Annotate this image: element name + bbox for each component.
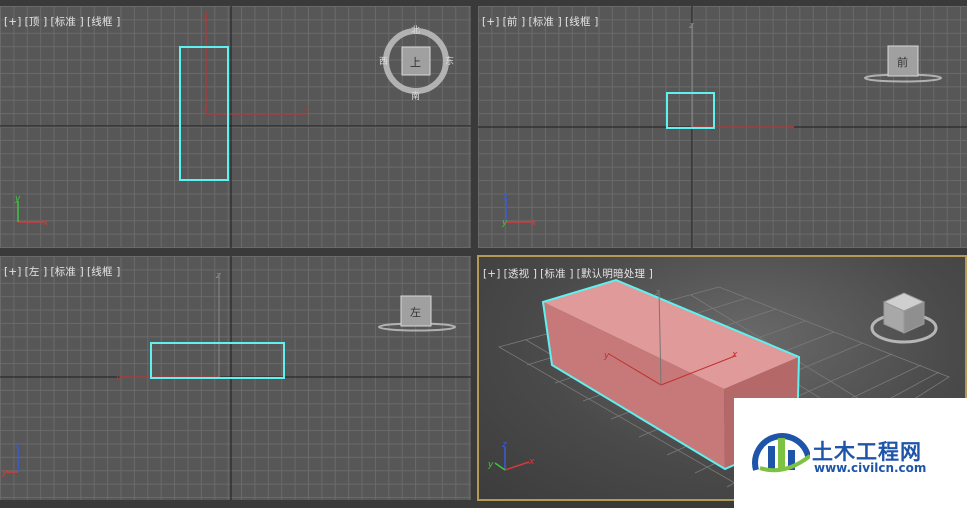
gizmo-z-label: z — [215, 271, 221, 281]
viewcube-face-label: 前 — [897, 55, 908, 69]
tripod-x-label: x — [530, 218, 537, 228]
gizmo-x-label: x — [731, 350, 738, 360]
viewport-menu-plus[interactable]: [+] — [483, 268, 501, 280]
axis-tripod: x y — [14, 194, 49, 228]
gizmo-y-label: y — [603, 351, 610, 361]
tripod-x-label: x — [528, 457, 535, 467]
tripod-z-label: z — [502, 192, 508, 202]
viewport-menu-plus[interactable]: [+] — [4, 16, 22, 28]
viewport-front-label[interactable]: [+] [前 ] [标准 ] [线框 ] — [482, 14, 602, 29]
viewport-shading-menu[interactable]: [标准 ] — [528, 16, 562, 28]
watermark-emblem-icon — [752, 433, 810, 473]
axis-tripod: z y — [1, 441, 20, 478]
viewport-perspective-label[interactable]: [+] [透视 ] [标准 ] [默认明暗处理 ] — [483, 266, 656, 281]
tripod-z-label: z — [14, 441, 20, 451]
viewport-view-menu[interactable]: [前 ] — [503, 16, 526, 28]
viewport-view-menu[interactable]: [透视 ] — [504, 268, 538, 280]
tripod-y-label: y — [14, 194, 21, 204]
viewport-top-label[interactable]: [+] [顶 ] [标准 ] [线框 ] — [4, 14, 124, 29]
gizmo-z-label: z — [654, 288, 660, 298]
gizmo-z-label: z — [688, 21, 694, 31]
compass-south: 南 — [411, 90, 420, 102]
viewcube[interactable]: 左 — [378, 295, 456, 332]
gizmo-y-label: y — [201, 11, 208, 21]
viewport-left[interactable]: y z 左 z y [+] [左 ] [标准 ] [线框 ] — [0, 256, 471, 500]
viewcube[interactable]: 上 北 南 东 西 — [379, 25, 454, 102]
viewport-front[interactable]: x z 前 x z y [+] [前 ] [标准 ] [线框 ] — [478, 6, 967, 248]
viewcube-face-label: 左 — [410, 306, 421, 319]
viewport-top[interactable]: x y z 上 北 南 东 西 x y [+] [顶 ] [标准 ] [线框 ] — [0, 6, 471, 248]
tripod-y — [494, 462, 506, 471]
tripod-y-label: y — [1, 468, 8, 478]
viewcube[interactable] — [870, 292, 938, 344]
viewport-view-menu[interactable]: [顶 ] — [25, 16, 48, 28]
viewport-mode-menu[interactable]: [线框 ] — [565, 16, 599, 28]
selected-box-outline — [666, 92, 715, 129]
compass-north: 北 — [411, 25, 420, 36]
viewcube-face-label: 上 — [410, 56, 421, 69]
viewport-mode-menu[interactable]: [默认明暗处理 ] — [577, 268, 653, 280]
tripod-y-label: y — [501, 218, 508, 228]
tripod-x — [504, 461, 530, 471]
viewport-left-label[interactable]: [+] [左 ] [标准 ] [线框 ] — [4, 264, 124, 279]
viewport-shading-menu[interactable]: [标准 ] — [540, 268, 574, 280]
viewport-mode-menu[interactable]: [线框 ] — [87, 16, 121, 28]
gizmo-x-label: x — [789, 123, 796, 133]
compass-west: 西 — [379, 56, 388, 67]
tripod-z-label: z — [501, 440, 507, 450]
viewcube[interactable]: 前 — [864, 45, 942, 83]
viewport-menu-plus[interactable]: [+] — [4, 266, 22, 278]
tripod-y-label: y — [487, 460, 494, 470]
viewport-top-canvas: x y z 上 北 南 东 西 x y — [0, 6, 471, 248]
compass-east: 东 — [445, 55, 454, 67]
axis-tripod: x z y — [501, 192, 537, 228]
watermark-logo: 土木工程网 www.civilcn.com — [734, 398, 967, 508]
viewport-shading-menu[interactable]: [标准 ] — [50, 266, 84, 278]
selected-box-outline — [150, 342, 285, 379]
viewport-menu-plus[interactable]: [+] — [482, 16, 500, 28]
viewport-left-canvas: y z 左 z y — [0, 256, 471, 500]
viewport-front-canvas: x z 前 x z y — [478, 6, 967, 248]
viewport-view-menu[interactable]: [左 ] — [25, 266, 48, 278]
tripod-x-label: x — [42, 218, 49, 228]
gizmo-z-label: z — [201, 105, 207, 115]
gizmo-x-label: x — [303, 105, 310, 115]
gizmo-y-label: y — [115, 373, 122, 383]
viewport-mode-menu[interactable]: [线框 ] — [87, 266, 121, 278]
axis-tripod: x z y — [487, 440, 535, 471]
watermark-site-url: www.civilcn.com — [814, 461, 927, 475]
viewport-shading-menu[interactable]: [标准 ] — [50, 16, 84, 28]
